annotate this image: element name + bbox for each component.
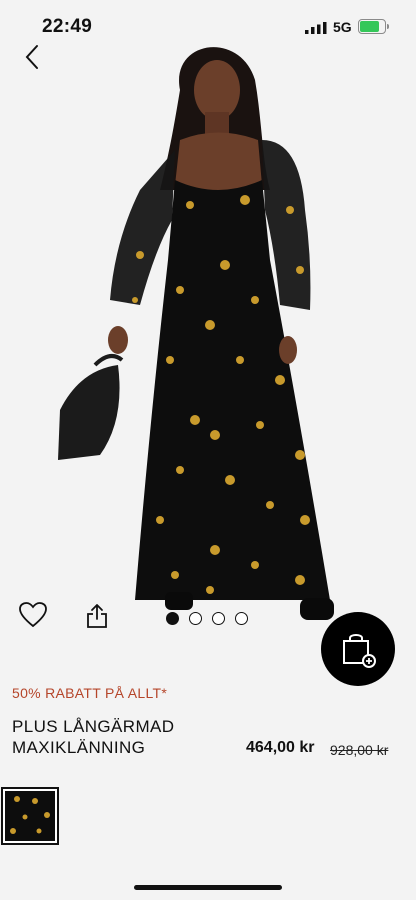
status-bar: 22:49 5G — [0, 0, 416, 56]
product-photo[interactable] — [0, 0, 416, 630]
original-price: 928,00 kr — [330, 742, 389, 758]
gallery-dot[interactable] — [212, 612, 225, 625]
share-icon[interactable] — [86, 603, 108, 629]
color-swatch-thumbnail[interactable] — [1, 787, 59, 845]
status-time: 22:49 — [42, 16, 93, 37]
network-label: 5G — [333, 19, 352, 35]
back-icon[interactable] — [22, 44, 44, 70]
product-title: PLUS LÅNGÄRMAD MAXIKLÄNNING — [12, 717, 175, 757]
home-indicator[interactable] — [134, 885, 282, 890]
promo-text: 50% RABATT PÅ ALLT* — [12, 685, 168, 701]
battery-icon — [358, 19, 389, 34]
gallery-pagination — [166, 612, 248, 625]
product-price: 464,00 kr — [246, 739, 315, 756]
add-to-bag-button[interactable] — [321, 612, 395, 686]
heart-icon[interactable] — [19, 602, 47, 628]
shopping-bag-add-icon — [343, 634, 376, 668]
gallery-dot[interactable] — [235, 612, 248, 625]
gallery-dot[interactable] — [189, 612, 202, 625]
gallery-dot[interactable] — [166, 612, 179, 625]
signal-icon — [305, 22, 327, 34]
